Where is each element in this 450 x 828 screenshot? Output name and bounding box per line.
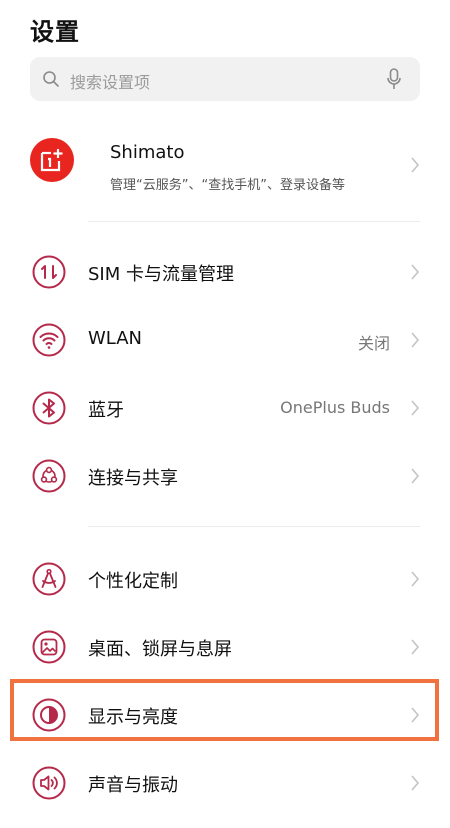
microphone-icon[interactable] <box>386 68 402 90</box>
bluetooth-icon <box>32 391 66 425</box>
setting-home-lock-screen[interactable]: 桌面、锁屏与息屏 <box>0 613 450 681</box>
setting-value: OnePlus Buds <box>280 398 390 417</box>
setting-label: 桌面、锁屏与息屏 <box>88 639 232 660</box>
search-placeholder: 搜索设置项 <box>70 73 151 92</box>
page-title: 设置 <box>30 18 80 46</box>
wallpaper-icon <box>32 630 66 664</box>
chevron-right-icon <box>411 468 420 484</box>
divider <box>88 526 420 527</box>
setting-personalization[interactable]: 个性化定制 <box>0 545 450 613</box>
setting-label: 蓝牙 <box>88 400 124 421</box>
sim-data-icon <box>32 255 66 289</box>
setting-sim-data[interactable]: SIM 卡与流量管理 <box>0 238 450 306</box>
setting-label: 连接与共享 <box>88 468 178 489</box>
setting-label: WLAN <box>88 328 143 349</box>
setting-bluetooth[interactable]: 蓝牙 OnePlus Buds <box>0 374 450 442</box>
share-connect-icon <box>32 459 66 493</box>
divider <box>88 221 420 222</box>
chevron-right-icon <box>411 775 420 791</box>
setting-label: 个性化定制 <box>88 571 178 592</box>
setting-label: SIM 卡与流量管理 <box>88 264 234 285</box>
chevron-right-icon <box>411 157 420 173</box>
setting-wlan[interactable]: WLAN 关闭 <box>0 306 450 374</box>
personalize-icon <box>32 562 66 596</box>
chevron-right-icon <box>411 639 420 655</box>
account-name: Shimato <box>110 142 185 163</box>
chevron-right-icon <box>411 264 420 280</box>
highlight-box <box>10 679 439 741</box>
wifi-icon <box>32 323 66 357</box>
search-bar[interactable]: 搜索设置项 <box>30 57 420 101</box>
search-icon <box>43 71 59 87</box>
setting-sound-vibration[interactable]: 声音与振动 <box>0 749 450 817</box>
setting-connection-sharing[interactable]: 连接与共享 <box>0 442 450 510</box>
setting-label: 声音与振动 <box>88 775 178 796</box>
chevron-right-icon <box>411 571 420 587</box>
setting-value: 关闭 <box>357 334 390 353</box>
oneplus-logo-icon <box>30 138 74 182</box>
chevron-right-icon <box>411 400 420 416</box>
account-row[interactable]: Shimato 管理“云服务”、“查找手机”、登录设备等 <box>0 130 450 200</box>
account-subtitle: 管理“云服务”、“查找手机”、登录设备等 <box>110 178 345 193</box>
sound-icon <box>32 766 66 800</box>
chevron-right-icon <box>411 332 420 348</box>
